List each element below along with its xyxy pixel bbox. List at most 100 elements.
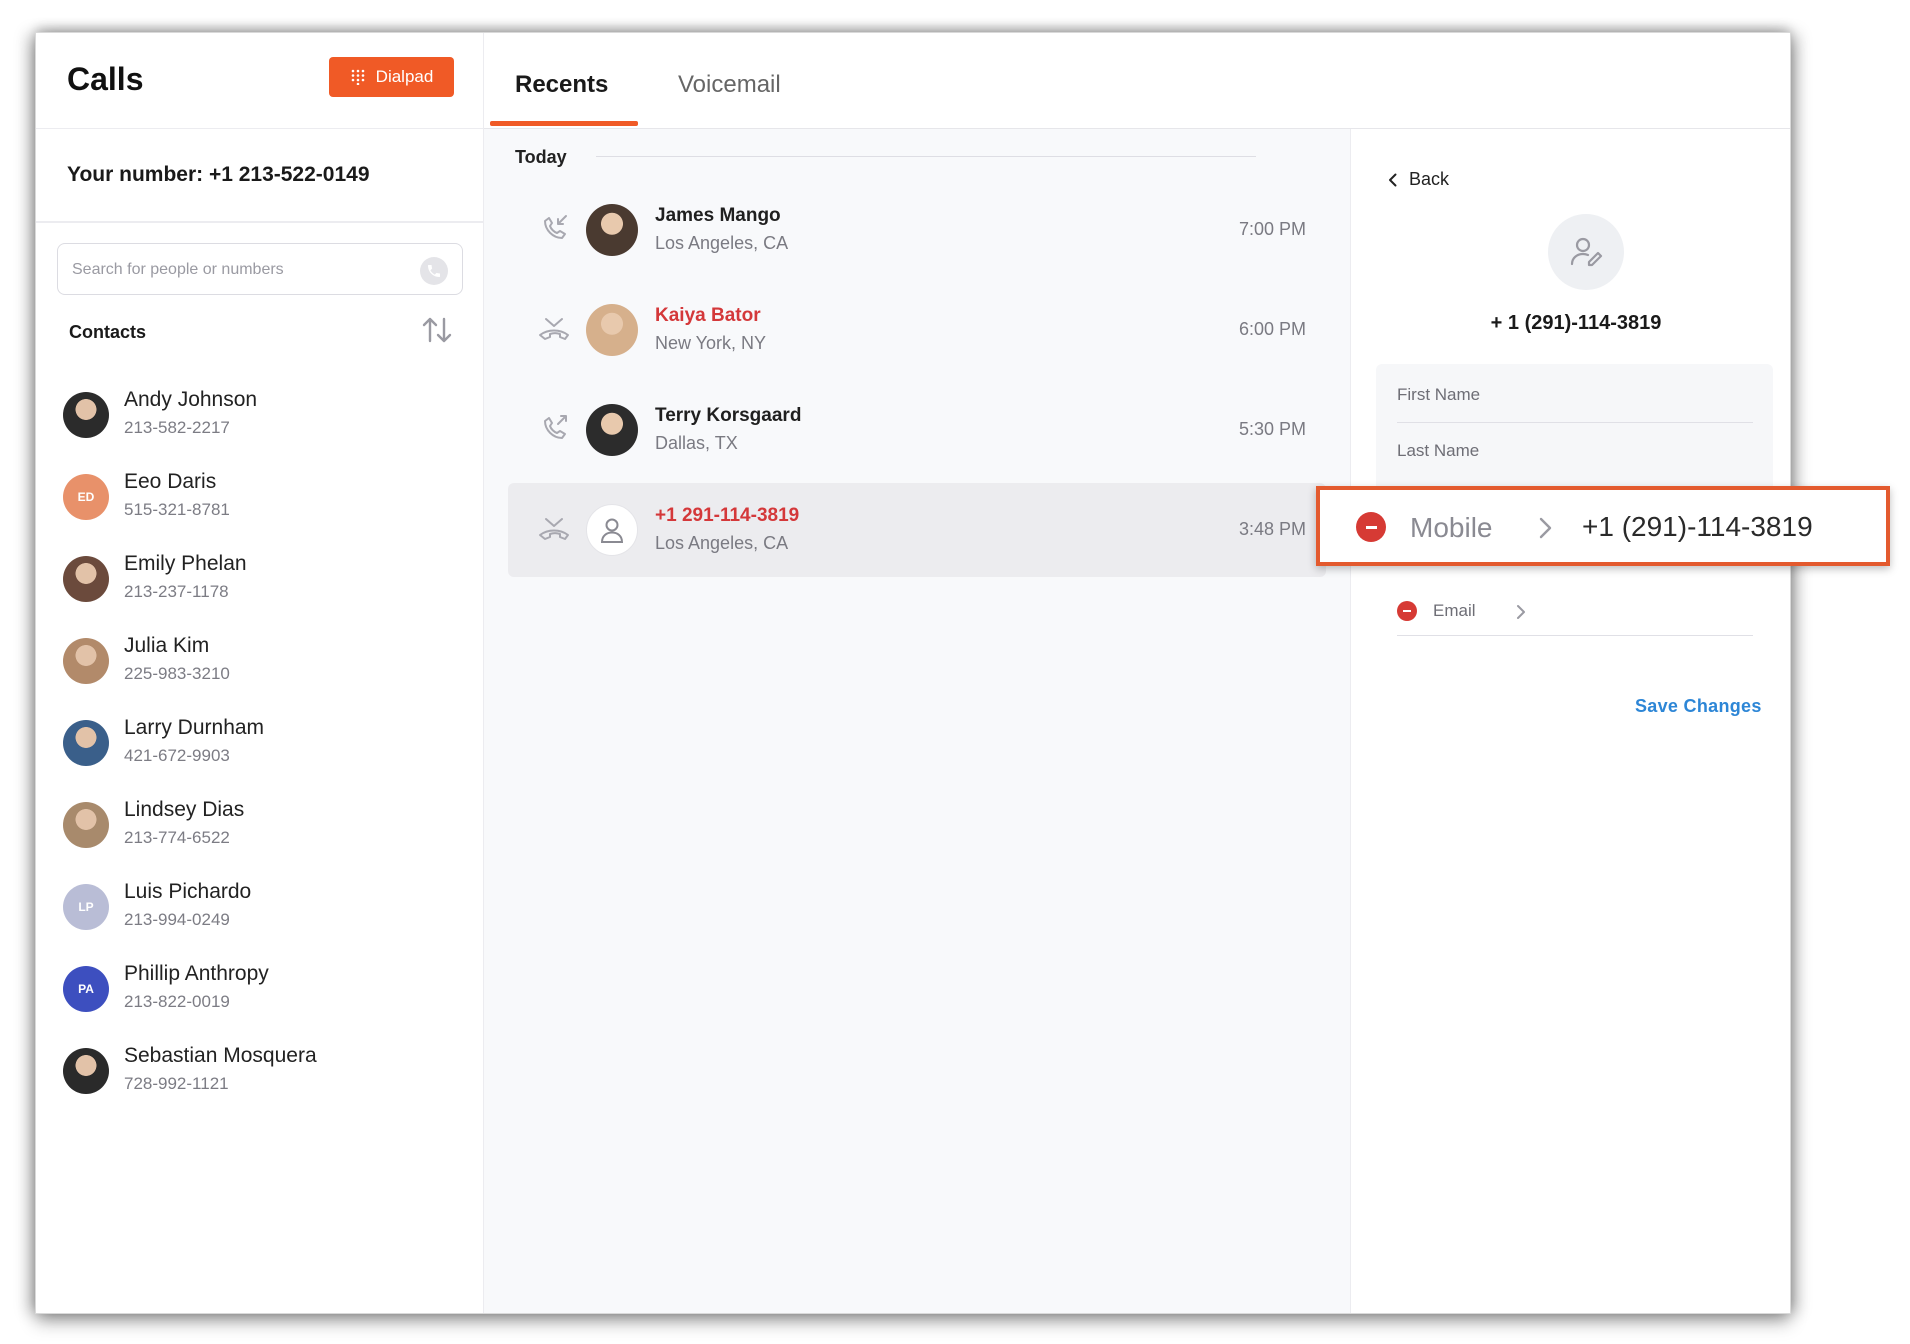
missed-call-icon	[536, 511, 572, 547]
contact-phone: 213-774-6522	[124, 828, 230, 847]
contact-item[interactable]: Lindsey Dias 213-774-6522	[63, 798, 463, 872]
contact-phone: 213-582-2217	[124, 418, 230, 437]
divider	[36, 221, 484, 223]
tab-bar: Recents Voicemail	[484, 33, 1790, 129]
call-row[interactable]: Kaiya Bator New York, NY 6:00 PM	[508, 283, 1326, 377]
caller-location: Dallas, TX	[655, 433, 738, 453]
search-box[interactable]	[57, 243, 463, 295]
avatar	[63, 392, 109, 438]
contact-name: Luis Pichardo	[124, 880, 252, 903]
avatar	[586, 304, 638, 356]
last-name-field[interactable]: Last Name	[1397, 441, 1479, 461]
call-row[interactable]: Terry Korsgaard Dallas, TX 5:30 PM	[508, 383, 1326, 477]
sort-icon[interactable]	[420, 313, 454, 347]
dialpad-button[interactable]: Dialpad	[329, 57, 454, 97]
edit-contact-icon[interactable]	[1548, 214, 1624, 290]
contact-phone: 225-983-3210	[124, 664, 230, 683]
contact-item[interactable]: Larry Durnham 421-672-9903	[63, 716, 463, 790]
call-time: 7:00 PM	[1238, 219, 1306, 239]
call-time: 3:48 PM	[1238, 519, 1306, 539]
search-input[interactable]	[72, 258, 412, 282]
remove-mobile-icon[interactable]	[1356, 512, 1386, 542]
contact-item[interactable]: Julia Kim 225-983-3210	[63, 634, 463, 708]
person-icon	[586, 504, 638, 556]
contact-name: Lindsey Dias	[124, 798, 245, 821]
call-row[interactable]: +1 291-114-3819 Los Angeles, CA 3:48 PM	[508, 483, 1326, 577]
tab-voicemail[interactable]: Voicemail	[678, 71, 781, 99]
caller-location: Los Angeles, CA	[655, 233, 789, 253]
outgoing-call-icon	[536, 411, 572, 447]
caller-name: Kaiya Bator	[655, 305, 761, 326]
avatar: LP	[63, 884, 109, 930]
contact-item[interactable]: Sebastian Mosquera 728-992-1121	[63, 1044, 463, 1118]
avatar	[63, 802, 109, 848]
caller-name: James Mango	[655, 205, 781, 226]
contact-detail-panel: Back + 1 (291)-114-3819 First Name Last …	[1350, 129, 1790, 1313]
page-title: Calls	[67, 61, 144, 97]
phone-search-icon[interactable]	[420, 257, 448, 285]
contacts-heading: Contacts	[69, 322, 147, 342]
email-label: Email	[1433, 601, 1476, 620]
back-button[interactable]: Back	[1385, 169, 1449, 190]
calls-app-window: Calls Dialpad Your number: +1 213-522-01…	[36, 33, 1790, 1313]
contact-phone: 213-994-0249	[124, 910, 230, 929]
detail-phone-number: + 1 (291)-114-3819	[1490, 312, 1662, 334]
mobile-number-value[interactable]: +1 (291)-114-3819	[1582, 511, 1813, 543]
call-time: 5:30 PM	[1238, 419, 1306, 439]
contact-phone: 213-822-0019	[124, 992, 230, 1011]
chevron-right-icon	[1539, 517, 1552, 539]
call-time: 6:00 PM	[1238, 319, 1306, 339]
avatar	[586, 404, 638, 456]
call-row[interactable]: James Mango Los Angeles, CA 7:00 PM	[508, 183, 1326, 277]
contact-name: Eeo Daris	[124, 470, 217, 493]
divider	[1397, 635, 1753, 636]
chevron-right-icon	[1517, 605, 1525, 619]
active-tab-indicator	[490, 121, 638, 126]
contact-phone: 728-992-1121	[124, 1074, 229, 1093]
avatar	[586, 204, 638, 256]
contact-item[interactable]: ED Eeo Daris 515-321-8781	[63, 470, 463, 544]
contact-item[interactable]: PA Phillip Anthropy 213-822-0019	[63, 962, 463, 1036]
caller-location: New York, NY	[655, 333, 767, 353]
left-header: Calls Dialpad	[36, 33, 484, 129]
contact-name: Larry Durnham	[124, 716, 265, 739]
contact-name: Sebastian Mosquera	[124, 1044, 317, 1067]
tab-recents[interactable]: Recents	[515, 71, 608, 99]
dialpad-icon	[351, 69, 364, 85]
your-number: Your number: +1 213-522-0149	[67, 163, 370, 186]
missed-call-icon	[536, 311, 572, 347]
first-name-field[interactable]: First Name	[1397, 385, 1480, 405]
contact-phone: 515-321-8781	[124, 500, 230, 519]
contact-form: First Name Last Name	[1376, 364, 1773, 494]
avatar: ED	[63, 474, 109, 520]
back-label: Back	[1409, 169, 1450, 189]
contact-name: Julia Kim	[124, 634, 210, 657]
avatar: PA	[63, 966, 109, 1012]
section-heading: Today	[515, 147, 567, 167]
divider	[1397, 422, 1753, 423]
avatar	[63, 1048, 109, 1094]
incoming-call-icon	[536, 211, 572, 247]
caller-name: +1 291-114-3819	[655, 505, 800, 526]
caller-location: Los Angeles, CA	[655, 533, 789, 553]
remove-email-icon[interactable]	[1397, 601, 1417, 621]
contact-phone: 213-237-1178	[124, 582, 229, 601]
caller-name: Terry Korsgaard	[655, 405, 802, 426]
avatar	[63, 638, 109, 684]
contact-item[interactable]: LP Luis Pichardo 213-994-0249	[63, 880, 463, 954]
contact-name: Phillip Anthropy	[124, 962, 269, 985]
save-changes-button[interactable]: Save Changes	[1635, 696, 1762, 717]
mobile-label: Mobile	[1410, 512, 1493, 543]
avatar	[63, 720, 109, 766]
email-row[interactable]: Email	[1397, 595, 1753, 636]
mobile-number-callout[interactable]: Mobile +1 (291)-114-3819	[1316, 486, 1890, 566]
contact-item[interactable]: Emily Phelan 213-237-1178	[63, 552, 463, 626]
contact-name: Andy Johnson	[124, 388, 258, 411]
contact-phone: 421-672-9903	[124, 746, 230, 765]
dialpad-label: Dialpad	[375, 67, 434, 86]
avatar	[63, 556, 109, 602]
contact-name: Emily Phelan	[124, 552, 247, 575]
left-panel: Calls Dialpad Your number: +1 213-522-01…	[36, 33, 484, 1313]
contact-item[interactable]: Andy Johnson 213-582-2217	[63, 388, 463, 462]
recents-panel: Recents Voicemail Today James Mango Los A…	[484, 33, 1790, 1313]
